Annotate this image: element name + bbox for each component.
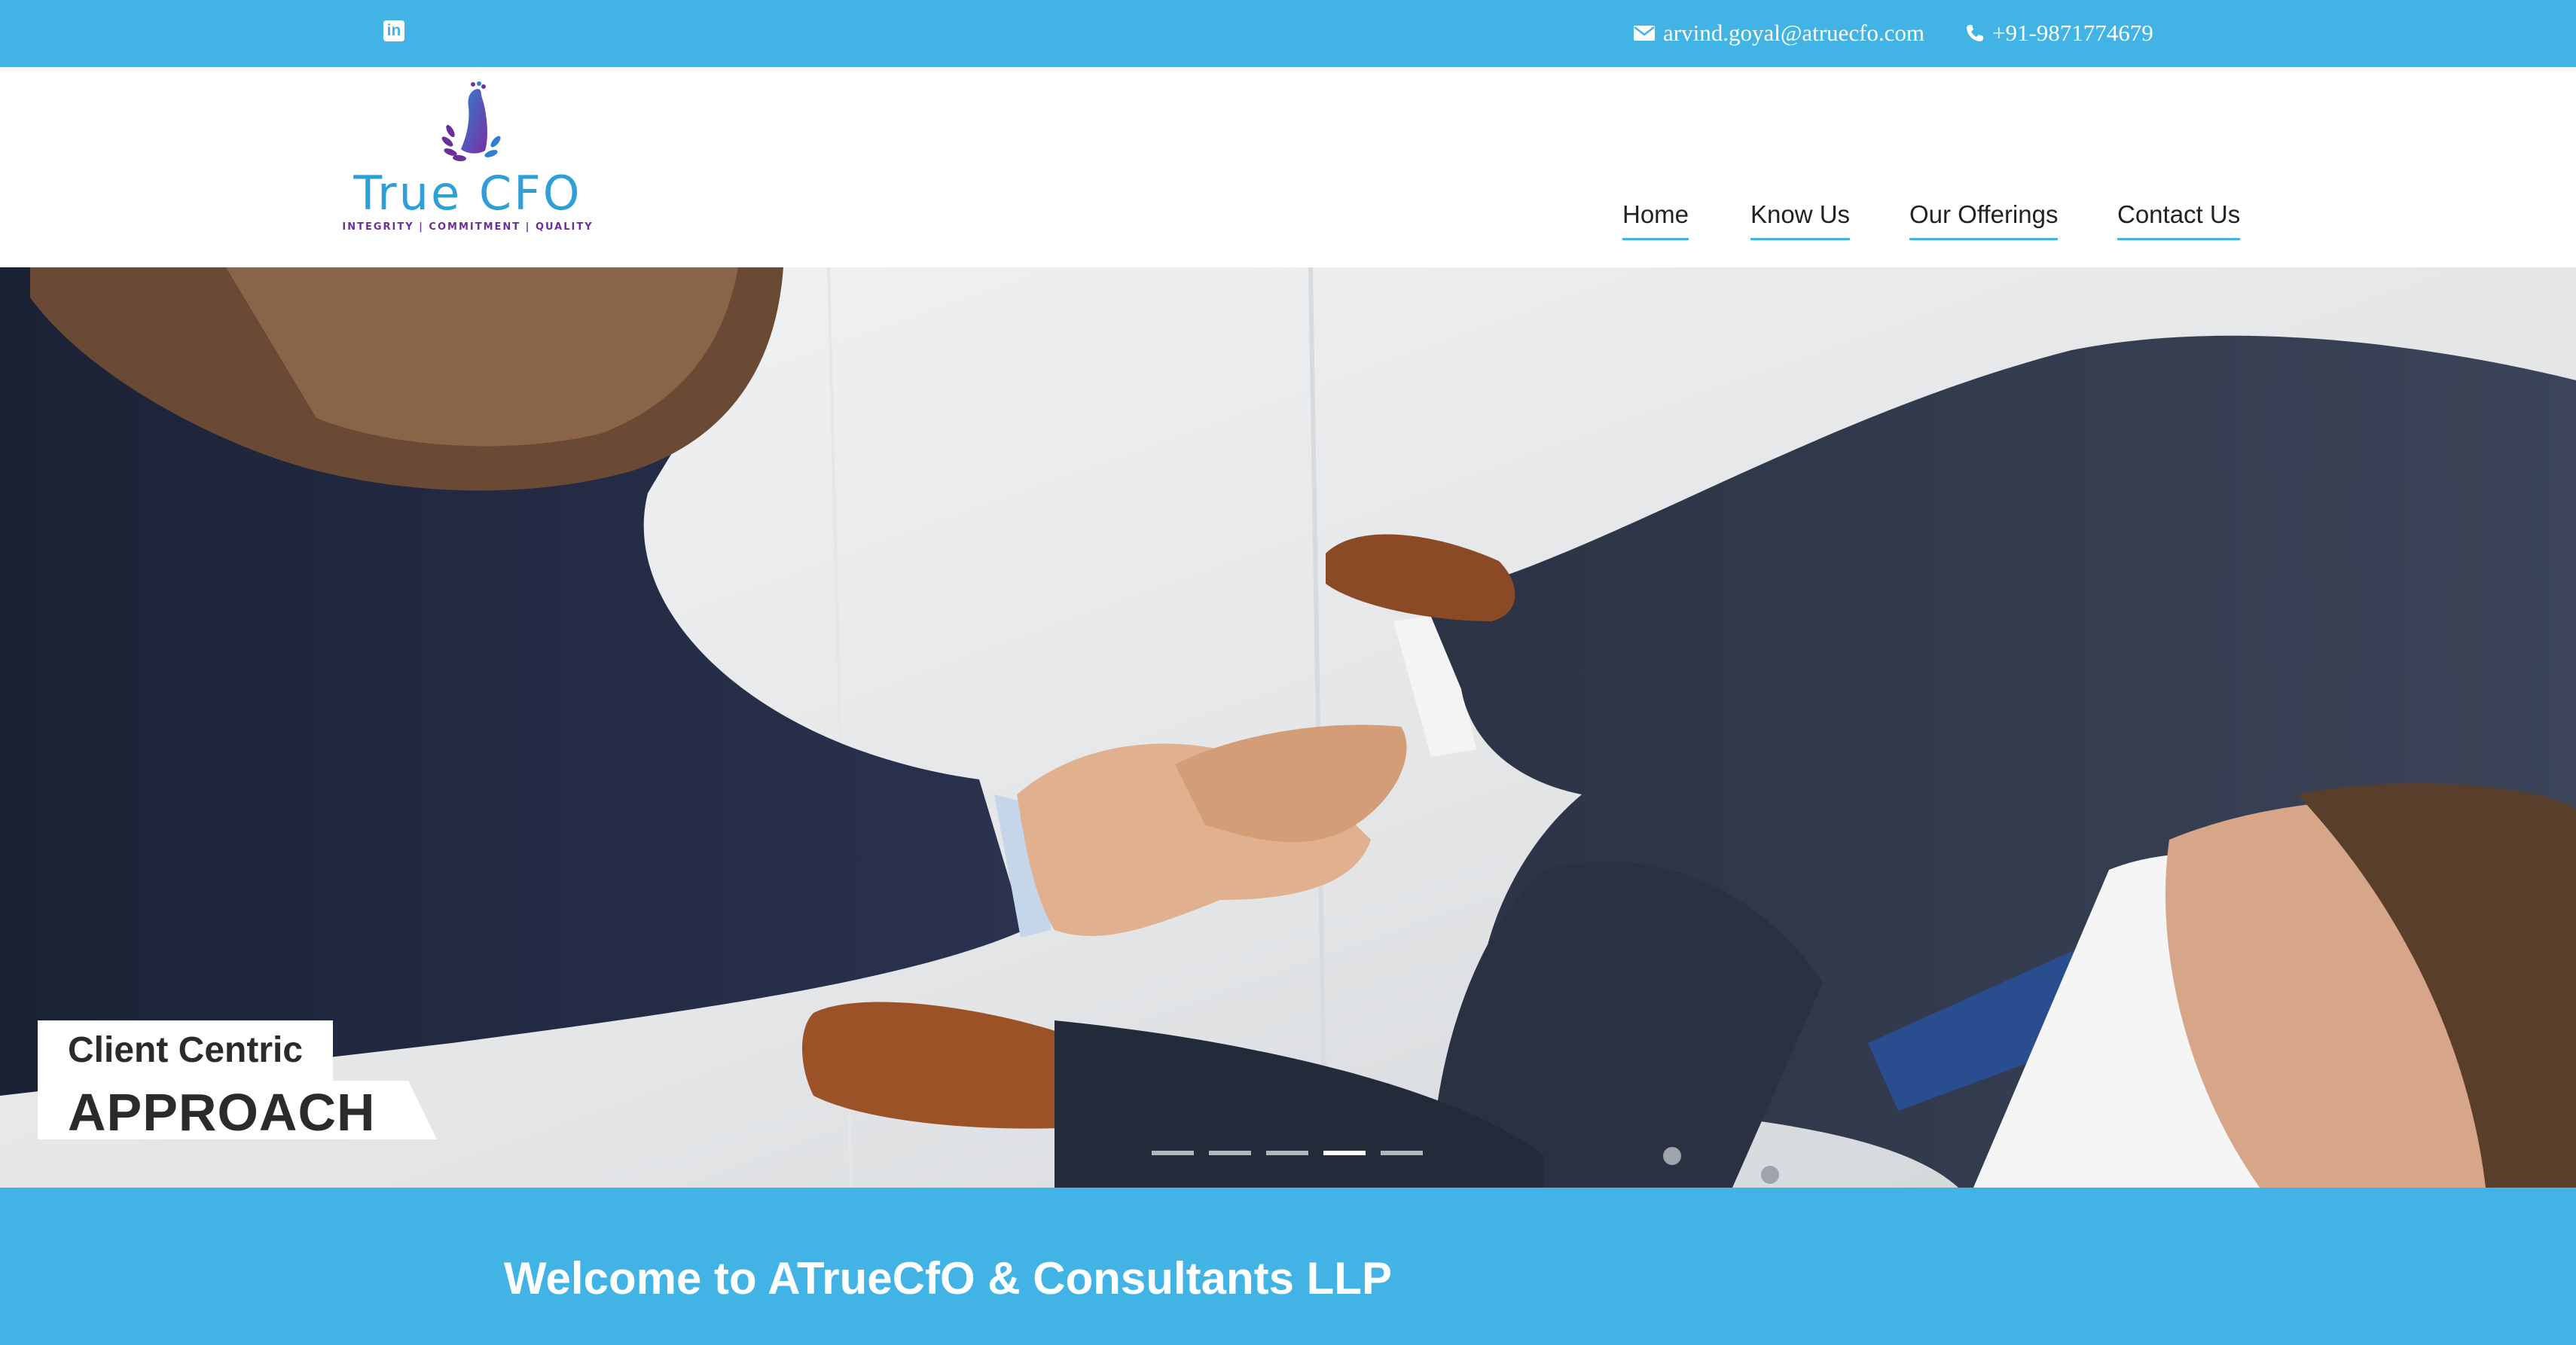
envelope-icon bbox=[1633, 24, 1656, 42]
nav-know-us[interactable]: Know Us bbox=[1750, 200, 1851, 240]
phone-icon bbox=[1965, 23, 1985, 43]
welcome-section: Welcome to ATrueCfO & Consultants LLP bbox=[0, 1188, 2576, 1345]
slider-indicators bbox=[1152, 1151, 1438, 1157]
hero-caption-line1: Client Centric bbox=[38, 1020, 333, 1081]
slide-indicator-3[interactable] bbox=[1266, 1151, 1308, 1155]
site-logo[interactable]: True CFO INTEGRITY | COMMITMENT | QUALIT… bbox=[337, 81, 598, 235]
peacock-emblem-icon bbox=[441, 81, 501, 162]
logo-tagline: INTEGRITY | COMMITMENT | QUALITY bbox=[342, 221, 594, 233]
linkedin-icon[interactable]: in bbox=[383, 20, 404, 41]
hero-caption-line2: APPROACH bbox=[38, 1081, 437, 1139]
phone-contact[interactable]: +91-9871774679 bbox=[1965, 17, 2153, 50]
nav-home[interactable]: Home bbox=[1622, 200, 1689, 240]
slide-indicator-1[interactable] bbox=[1152, 1151, 1194, 1155]
handshake-photo bbox=[0, 267, 2576, 1188]
welcome-heading: Welcome to ATrueCfO & Consultants LLP bbox=[504, 1253, 1392, 1304]
slide-indicator-5[interactable] bbox=[1381, 1151, 1423, 1155]
slide-indicator-4[interactable] bbox=[1323, 1151, 1366, 1155]
phone-text[interactable]: +91-9871774679 bbox=[1992, 20, 2153, 47]
email-text[interactable]: arvind.goyal@atruecfo.com bbox=[1663, 20, 1924, 47]
hero-caption-title: APPROACH bbox=[68, 1083, 376, 1142]
slide-indicator-2[interactable] bbox=[1209, 1151, 1251, 1155]
logo-wordmark: True CFO bbox=[353, 166, 582, 221]
nav-our-offerings[interactable]: Our Offerings bbox=[1909, 200, 2059, 240]
nav-contact-us[interactable]: Contact Us bbox=[2117, 200, 2241, 240]
top-contact-bar: in arvind.goyal@atruecfo.com +91-9871774… bbox=[0, 0, 2576, 67]
hero-caption-subtitle: Client Centric bbox=[68, 1030, 304, 1070]
email-contact[interactable]: arvind.goyal@atruecfo.com bbox=[1633, 17, 1924, 50]
hero-slider[interactable] bbox=[0, 267, 2576, 1188]
